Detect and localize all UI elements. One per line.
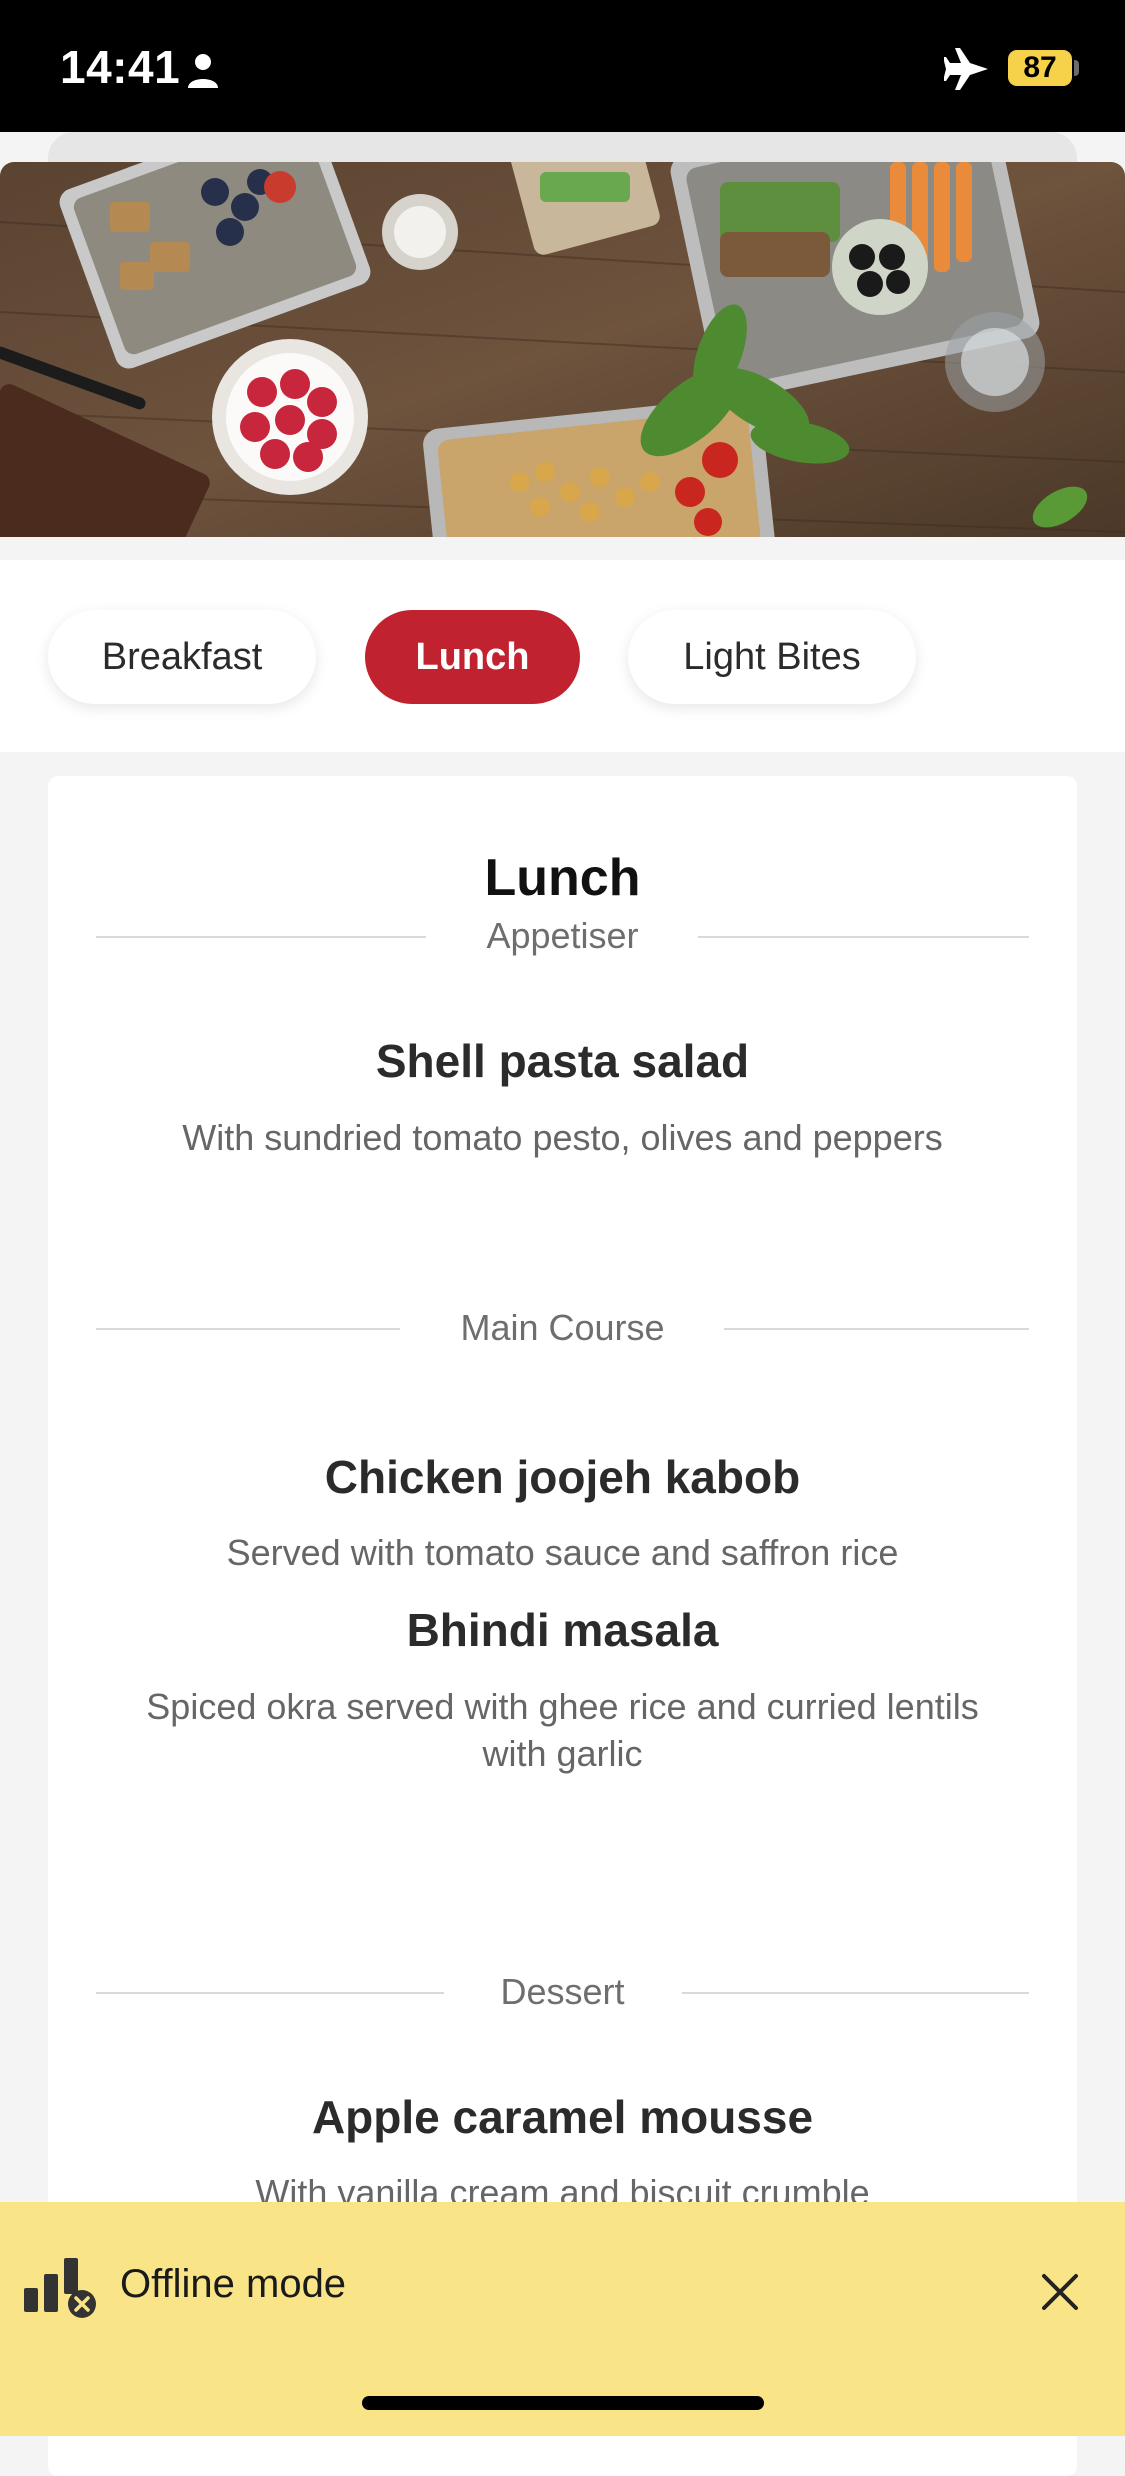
- close-icon[interactable]: [1036, 2268, 1084, 2316]
- section-header-main-course: Main Course: [96, 1303, 1029, 1353]
- sheet-grabber: [48, 132, 1077, 162]
- section-header-appetiser: Appetiser: [96, 911, 1029, 961]
- dish-description: Spiced okra served with ghee rice and cu…: [146, 1686, 979, 1774]
- divider-line: [724, 1328, 1029, 1330]
- signal-offline-icon: [24, 2258, 96, 2318]
- person-icon: [188, 54, 218, 88]
- dish-name: Shell pasta salad: [375, 1035, 750, 1087]
- tab-breakfast[interactable]: Breakfast: [48, 610, 316, 704]
- battery-icon: 87: [1008, 50, 1072, 86]
- dish-name: Bhindi masala: [406, 1604, 719, 1656]
- dish-name: Chicken joojeh kabob: [324, 1451, 801, 1503]
- divider-line: [698, 936, 1029, 938]
- section-header-dessert: Dessert: [96, 1967, 1029, 2017]
- battery-tip: [1074, 60, 1079, 76]
- status-bar: 14:41 87: [0, 0, 1125, 132]
- tab-light-bites[interactable]: Light Bites: [628, 610, 916, 704]
- dish-description: With sundried tomato pesto, olives and p…: [182, 1117, 943, 1158]
- divider-line: [682, 1992, 1029, 1994]
- airplane-icon: [944, 48, 988, 90]
- menu-title: Lunch: [484, 849, 641, 907]
- dish-description: Served with tomato sauce and saffron ric…: [226, 1532, 899, 1573]
- offline-text: Offline mode: [120, 2262, 347, 2306]
- home-indicator: [362, 2396, 764, 2410]
- tab-lunch[interactable]: Lunch: [365, 610, 580, 704]
- hero-image: [0, 162, 1125, 537]
- status-time: 14:41: [60, 41, 181, 93]
- dish-name: Apple caramel mousse: [311, 2091, 814, 2143]
- meal-tabs: Breakfast Lunch Light Bites: [0, 560, 1125, 752]
